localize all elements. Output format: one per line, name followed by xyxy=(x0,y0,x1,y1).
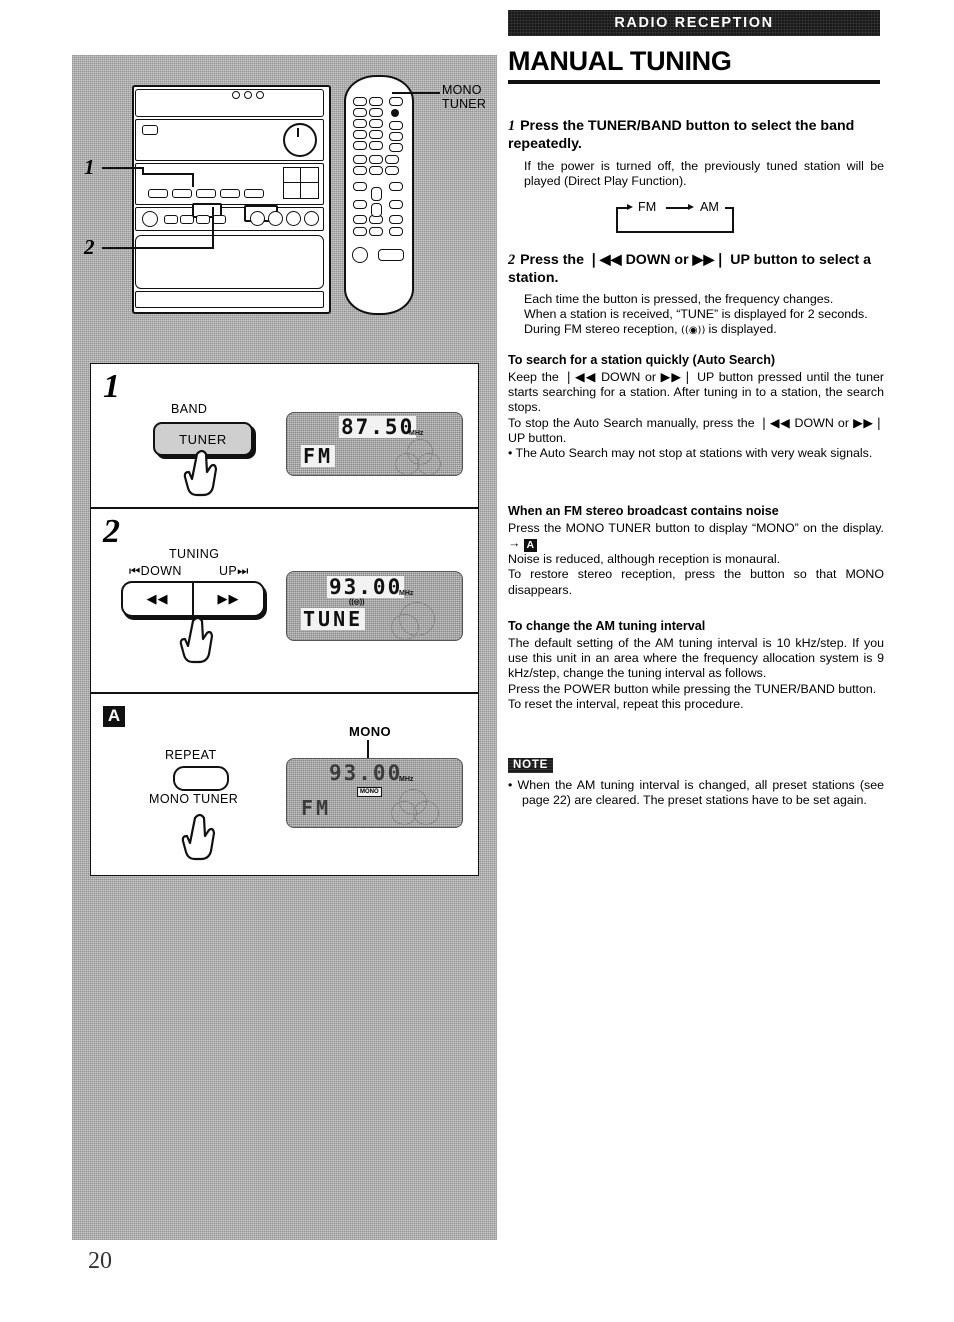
panel-step-number-1: 1 xyxy=(103,368,120,405)
mono-indicator-tag: MONO xyxy=(357,787,382,797)
note-body: • When the AM tuning interval is changed… xyxy=(508,778,884,808)
step-2-panel: 2 TUNING ⏮DOWN UP⏭ ◀◀ ▶▶ 93.00 MHz ((◎))… xyxy=(90,508,479,693)
band-label: BAND xyxy=(171,402,208,416)
section-header-bar: RADIO RECEPTION xyxy=(508,10,880,36)
step-2-line-2: When a station is received, “TUNE” is di… xyxy=(524,307,868,322)
display-unit-mhz: MHz xyxy=(399,776,414,783)
mono-tuner-button[interactable] xyxy=(173,766,229,791)
fm-noise-heading: When an FM stereo broadcast contains noi… xyxy=(508,504,779,518)
display-tune-word: TUNE xyxy=(301,607,366,631)
display-unit-mhz: MHz xyxy=(409,430,424,437)
display-frequency: 87.50 xyxy=(339,415,417,439)
device-diagram: 1 2 MONO TUNER xyxy=(72,55,497,345)
display-band: FM xyxy=(301,444,336,468)
fm-noise-body-2: Noise is reduced, although reception is … xyxy=(508,552,781,567)
mono-tuner-label: MONO TUNER xyxy=(149,792,239,806)
fm-noise-section: When an FM stereo broadcast contains noi… xyxy=(508,503,884,598)
display-frequency: 93.00 xyxy=(329,761,403,785)
remote-label-line-1: MONO xyxy=(442,83,482,97)
note-section: NOTE • When the AM tuning interval is ch… xyxy=(508,755,884,808)
step-1-panel: 1 BAND TUNER 87.50 MHz FM xyxy=(90,363,479,508)
tuning-down-button[interactable]: ◀◀ xyxy=(123,583,192,615)
pointing-hand-icon xyxy=(179,613,215,665)
band-fm-label: FM xyxy=(638,200,657,214)
tuning-down-label: ⏮DOWN xyxy=(129,563,182,579)
band-cycle-diagram: FM AM xyxy=(608,200,758,234)
step-2-heading: 2 Press the ❘◀◀ DOWN or ▶▶❘ UP button to … xyxy=(508,252,884,287)
skip-forward-icon: ⏭ xyxy=(237,563,249,578)
up-text: UP xyxy=(219,564,238,578)
am-interval-heading: To change the AM tuning interval xyxy=(508,619,706,633)
stereo-indicator-icon: ((◉)) xyxy=(681,325,709,337)
skip-back-icon: ⏮ xyxy=(129,563,141,578)
panel-step-number-2: 2 xyxy=(103,513,120,550)
page-title: MANUAL TUNING xyxy=(508,46,732,76)
display-unit-mhz: MHz xyxy=(399,590,414,597)
auto-search-body-1: Keep the ❘◀◀ DOWN or ▶▶❘ UP button press… xyxy=(508,370,884,415)
panel-a-badge: A xyxy=(103,706,125,727)
tuning-buttons[interactable]: ◀◀ ▶▶ xyxy=(121,581,265,617)
step-2-line-3: During FM stereo reception, ((◉)) is dis… xyxy=(524,322,884,338)
remote-control-illustration xyxy=(344,75,414,315)
stereo-system-illustration xyxy=(132,85,331,314)
display-step-2: 93.00 MHz ((◎)) TUNE xyxy=(286,571,463,641)
am-interval-body-2: Press the POWER button while pressing th… xyxy=(508,681,877,696)
display-ghost-circle-icon xyxy=(417,453,441,475)
repeat-label: REPEAT xyxy=(165,748,217,762)
fm-noise-body-1: Press the MONO TUNER button to display “… xyxy=(508,521,884,553)
fm-noise-body-3: To restore stereo reception, press the b… xyxy=(508,567,884,597)
display-ghost-circle-icon xyxy=(395,453,419,475)
step-1-heading-text: Press the TUNER/BAND button to select th… xyxy=(508,118,855,152)
mono-callout-label: MONO xyxy=(349,724,392,739)
pointing-hand-icon xyxy=(183,446,219,498)
step-1-body: If the power is turned off, the previous… xyxy=(524,159,884,189)
mono-tuner-key-dot xyxy=(391,109,399,117)
am-interval-body-3: To reset the interval, repeat this proce… xyxy=(508,696,744,711)
illustration-column: 1 2 MONO TUNER 1 BAND TUNER 87.50 MHz FM… xyxy=(72,55,497,1240)
display-band: FM xyxy=(301,796,332,820)
callout-number-2: 2 xyxy=(84,235,95,259)
display-ghost-circle-icon xyxy=(413,801,439,825)
remote-label-line-2: TUNER xyxy=(442,97,487,111)
step-1-heading: 1 Press the TUNER/BAND button to select t… xyxy=(508,118,884,153)
auto-search-section: To search for a station quickly (Auto Se… xyxy=(508,352,884,461)
manual-page: 1 2 MONO TUNER 1 BAND TUNER 87.50 MHz FM… xyxy=(0,0,954,1322)
band-am-label: AM xyxy=(700,200,719,214)
volume-knob-icon xyxy=(283,123,317,157)
am-interval-section: To change the AM tuning interval The def… xyxy=(508,618,884,712)
instruction-step-2: 2 Press the ❘◀◀ DOWN or ▶▶❘ UP button to … xyxy=(508,252,884,339)
tuning-up-label: UP⏭ xyxy=(219,563,249,579)
note-badge: NOTE xyxy=(508,758,554,773)
am-interval-body-1: The default setting of the AM tuning int… xyxy=(508,636,884,681)
stereo-indicator-icon: ((◎)) xyxy=(349,599,365,606)
display-frequency: 93.00 xyxy=(327,575,405,599)
step-2-line-1: Each time the button is pressed, the fre… xyxy=(524,292,834,306)
fm-noise-body-1-text: Press the MONO TUNER button to display “… xyxy=(508,521,884,551)
display-ghost-circle-icon xyxy=(391,614,419,640)
remote-mono-tuner-label: MONO TUNER xyxy=(442,83,486,111)
display-panel-a: 93.00 MHz MONO FM xyxy=(286,758,463,828)
step-2-line-3-pre: During FM stereo reception, xyxy=(524,322,682,337)
step-2-line-3-post: is displayed. xyxy=(708,322,777,337)
step-1-number: 1 xyxy=(508,118,516,134)
inline-badge-a: A xyxy=(523,539,537,553)
step-2-heading-text: Press the ❘◀◀ DOWN or ▶▶❘ UP button to s… xyxy=(508,252,872,286)
title-underline xyxy=(508,80,880,84)
panel-a: A REPEAT MONO TUNER MONO 93.00 MHz MONO … xyxy=(90,693,479,876)
auto-search-body-2: To stop the Auto Search manually, press … xyxy=(508,415,884,445)
page-number: 20 xyxy=(88,1248,112,1274)
auto-search-bullet: • The Auto Search may not stop at statio… xyxy=(508,446,873,461)
tuning-label: TUNING xyxy=(169,547,220,561)
callout-number-1: 1 xyxy=(84,155,95,179)
display-step-1: 87.50 MHz FM xyxy=(286,412,463,476)
auto-search-heading: To search for a station quickly (Auto Se… xyxy=(508,353,776,367)
pointing-hand-icon xyxy=(181,810,217,862)
instruction-step-1: 1 Press the TUNER/BAND button to select t… xyxy=(508,118,884,189)
tuning-up-button[interactable]: ▶▶ xyxy=(192,583,263,615)
section-header-text: RADIO RECEPTION xyxy=(614,15,774,31)
down-text: DOWN xyxy=(140,564,182,578)
step-2-number: 2 xyxy=(508,252,516,268)
